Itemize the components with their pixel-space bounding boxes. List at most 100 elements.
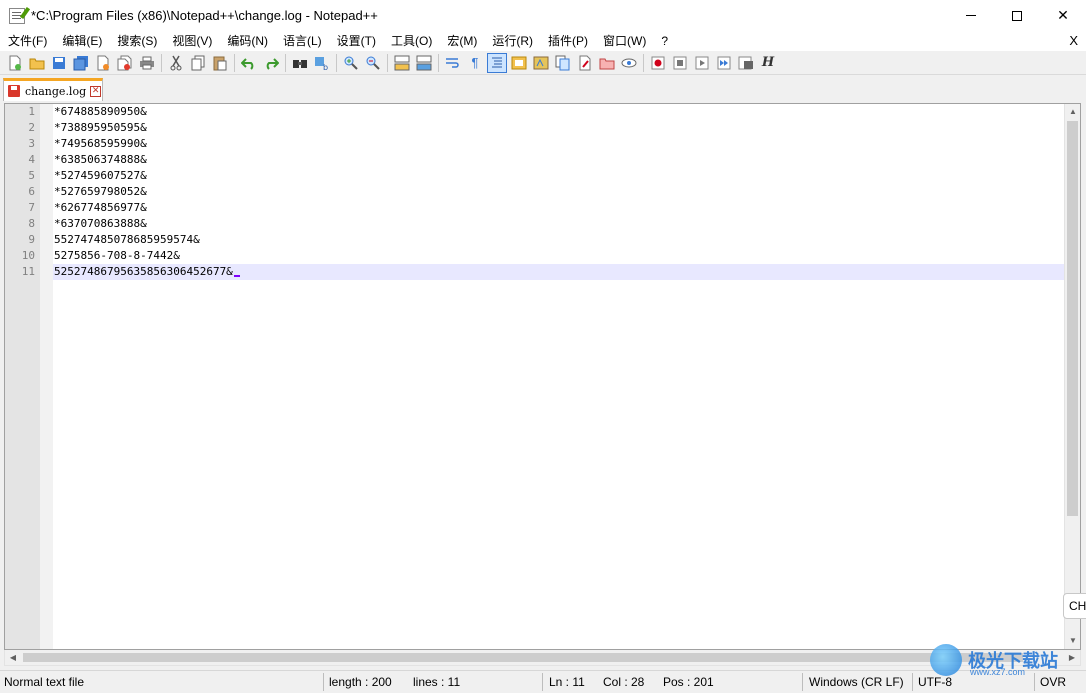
status-length: length : 200	[329, 675, 392, 689]
menu-help[interactable]: ?	[653, 31, 675, 51]
vertical-scrollbar[interactable]: ▲ ▼	[1064, 104, 1080, 649]
window-controls: ✕	[948, 0, 1086, 31]
eye-icon[interactable]	[620, 54, 638, 72]
line-number: 6	[28, 185, 35, 198]
replace-icon[interactable]: b	[313, 54, 331, 72]
undo-icon[interactable]	[240, 54, 258, 72]
doc-list-icon[interactable]	[576, 54, 594, 72]
menu-window[interactable]: 窗口(W)	[595, 31, 653, 51]
open-file-icon[interactable]	[28, 54, 46, 72]
indent-guide-icon[interactable]	[487, 52, 507, 73]
sync-horizontal-icon[interactable]	[415, 54, 433, 72]
line-number: 4	[28, 153, 35, 166]
line-number: 11	[21, 265, 35, 278]
minimize-button[interactable]	[948, 0, 994, 31]
status-file-type: Normal text file	[4, 675, 85, 689]
status-divider	[912, 673, 913, 691]
line-text: *674885890950&	[54, 105, 147, 118]
text-line[interactable]: *738895950595&	[53, 120, 1064, 136]
horizontal-scroll-thumb[interactable]	[23, 653, 1023, 662]
toolbar-separator	[438, 53, 439, 72]
pilcrow-glyph: ¶	[471, 55, 479, 70]
menu-edit[interactable]: 编辑(E)	[54, 31, 109, 51]
line-text: *637070863888&	[54, 217, 147, 230]
ime-indicator[interactable]: CH	[1063, 593, 1086, 619]
line-number-gutter: 1 2 3 4 5 6 7 8 9 10 11	[5, 104, 40, 649]
maximize-icon	[1012, 10, 1022, 21]
text-line[interactable]: 5275856-708-8-7442&	[53, 248, 1064, 264]
h-glyph: H	[761, 55, 775, 70]
line-text: *749568595990&	[54, 137, 147, 150]
menu-macro[interactable]: 宏(M)	[439, 31, 484, 51]
watermark-logo-icon	[930, 644, 962, 676]
status-lines: lines : 11	[413, 675, 461, 689]
line-text: *527659798052&	[54, 185, 147, 198]
text-line[interactable]: 552747485078685959574&	[53, 232, 1064, 248]
play-macro-icon[interactable]	[693, 54, 711, 72]
redo-icon[interactable]	[262, 54, 280, 72]
tab-close-icon[interactable]: ✕	[90, 85, 102, 97]
text-line[interactable]: *626774856977&	[53, 200, 1064, 216]
function-list-icon[interactable]	[532, 54, 550, 72]
line-number: 8	[28, 217, 35, 230]
horizontal-scrollbar[interactable]: ◀ ▶	[4, 650, 1081, 666]
new-file-icon[interactable]	[6, 54, 24, 72]
close-all-icon[interactable]	[116, 54, 134, 72]
save-macro-icon[interactable]	[737, 54, 755, 72]
zoom-in-icon[interactable]	[342, 54, 360, 72]
menu-tools[interactable]: 工具(O)	[383, 31, 439, 51]
menu-settings[interactable]: 设置(T)	[329, 31, 383, 51]
paste-icon[interactable]	[211, 54, 229, 72]
menu-language[interactable]: 语言(L)	[275, 31, 329, 51]
close-document-button[interactable]: X	[1069, 31, 1078, 51]
run-macro-multiple-icon[interactable]	[715, 54, 733, 72]
tab-label: change.log	[25, 84, 87, 98]
folder-workspace-icon[interactable]	[554, 54, 572, 72]
record-macro-icon[interactable]	[649, 54, 667, 72]
menu-plugins[interactable]: 插件(P)	[540, 31, 595, 51]
close-window-button[interactable]: ✕	[1040, 0, 1086, 31]
pdf-icon[interactable]	[598, 54, 616, 72]
text-line[interactable]: *638506374888&	[53, 152, 1064, 168]
save-all-icon[interactable]	[72, 54, 90, 72]
svg-text:b: b	[323, 63, 328, 71]
text-line[interactable]: *527659798052&	[53, 184, 1064, 200]
text-line[interactable]: *749568595990&	[53, 136, 1064, 152]
copy-icon[interactable]	[189, 54, 207, 72]
print-icon[interactable]	[138, 54, 156, 72]
watermark: 极光下载站 www.xz7.com	[930, 640, 1080, 680]
word-wrap-icon[interactable]	[444, 54, 462, 72]
doc-map-icon[interactable]	[510, 54, 528, 72]
text-area[interactable]: *674885890950& *738895950595& *749568595…	[53, 104, 1064, 649]
vertical-scroll-thumb[interactable]	[1067, 121, 1078, 516]
stop-macro-icon[interactable]	[671, 54, 689, 72]
editor[interactable]: 1 2 3 4 5 6 7 8 9 10 11 *674885890950& *…	[4, 103, 1081, 650]
notepad-app-icon[interactable]	[9, 7, 25, 24]
text-line[interactable]: *674885890950&	[53, 104, 1064, 120]
menu-run[interactable]: 运行(R)	[484, 31, 540, 51]
line-text: 552747485078685959574&	[54, 233, 200, 246]
find-icon[interactable]	[291, 54, 309, 72]
zoom-out-icon[interactable]	[364, 54, 382, 72]
menu-view[interactable]: 视图(V)	[164, 31, 219, 51]
text-line[interactable]: *527459607527&	[53, 168, 1064, 184]
status-eol[interactable]: Windows (CR LF)	[805, 671, 911, 693]
sync-vertical-icon[interactable]	[393, 54, 411, 72]
scroll-left-arrow-icon[interactable]: ◀	[5, 650, 21, 666]
italic-h-icon[interactable]: H	[759, 54, 777, 72]
menu-search[interactable]: 搜索(S)	[109, 31, 164, 51]
toolbar-separator	[161, 53, 162, 72]
current-text-line[interactable]: 52527486795635856306452677&	[53, 264, 1064, 280]
fold-margin[interactable]	[40, 104, 53, 649]
maximize-button[interactable]	[994, 0, 1040, 31]
save-icon[interactable]	[50, 54, 68, 72]
tab-change-log[interactable]: change.log ✕	[3, 78, 103, 101]
scroll-up-arrow-icon[interactable]: ▲	[1065, 104, 1080, 120]
menu-file[interactable]: 文件(F)	[0, 31, 54, 51]
menu-encoding[interactable]: 编码(N)	[219, 31, 275, 51]
close-icon[interactable]	[94, 54, 112, 72]
cut-icon[interactable]	[167, 54, 185, 72]
text-line[interactable]: *637070863888&	[53, 216, 1064, 232]
show-all-chars-icon[interactable]: ¶	[466, 54, 484, 72]
line-number: 2	[28, 121, 35, 134]
